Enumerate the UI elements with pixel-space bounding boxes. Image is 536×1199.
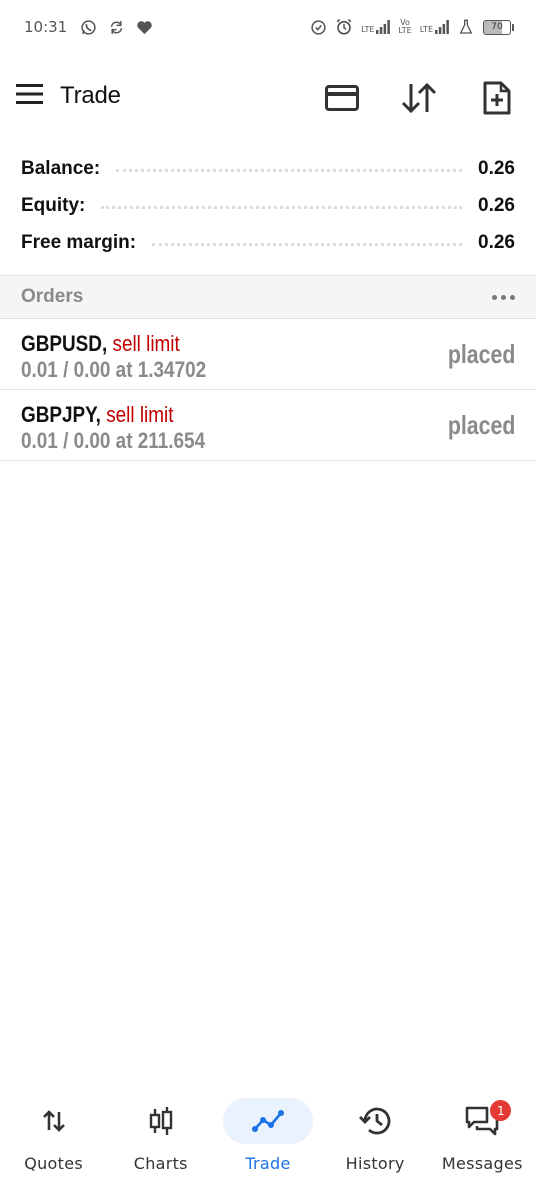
app-bar: Trade	[0, 66, 536, 126]
new-document-icon	[483, 81, 511, 115]
trade-line-icon	[251, 1110, 284, 1132]
equity-label: Equity:	[21, 194, 86, 216]
nav-history[interactable]: History	[322, 1090, 429, 1190]
order-row[interactable]: GBPJPY, sell limit 0.01 / 0.00 at 211.65…	[0, 390, 536, 461]
dotted-leader	[101, 206, 463, 209]
more-dot-icon	[510, 294, 515, 300]
battery-level: 70	[483, 19, 511, 35]
order-status: placed	[447, 410, 515, 440]
orders-section-header: Orders	[0, 275, 536, 319]
account-summary: Balance: 0.26 Equity: 0.26 Free margin: …	[0, 150, 536, 261]
free-margin-value: 0.26	[478, 231, 515, 253]
card-icon	[325, 85, 359, 111]
free-margin-row: Free margin: 0.26	[0, 224, 536, 261]
more-dot-icon	[492, 294, 497, 300]
volte-label-bottom: LTE	[398, 26, 412, 35]
unread-badge: 1	[490, 1100, 512, 1121]
sort-button[interactable]	[399, 78, 439, 118]
deposit-button[interactable]	[322, 78, 362, 118]
lte-label: LTE	[361, 25, 375, 34]
lte-label-2: LTE	[419, 25, 433, 34]
nav-trade[interactable]: Trade	[214, 1090, 321, 1190]
status-time: 10:31	[24, 18, 68, 36]
balance-row: Balance: 0.26	[0, 150, 536, 187]
nav-label: Messages	[441, 1154, 523, 1173]
alarm-icon	[335, 18, 353, 36]
order-status: placed	[447, 339, 515, 369]
order-type: sell limit	[106, 402, 174, 427]
order-type: sell limit	[112, 331, 180, 356]
nav-charts[interactable]: Charts	[107, 1090, 214, 1190]
flask-icon	[457, 18, 475, 36]
balance-label: Balance:	[21, 157, 101, 179]
balance-value: 0.26	[478, 157, 515, 179]
hamburger-menu-icon	[16, 84, 43, 104]
dotted-leader	[152, 243, 463, 246]
orders-title: Orders	[21, 286, 84, 307]
equity-value: 0.26	[478, 194, 515, 216]
new-order-button[interactable]	[477, 78, 517, 118]
free-margin-label: Free margin:	[21, 231, 137, 253]
nav-label: Quotes	[24, 1154, 83, 1173]
nav-label: Charts	[133, 1154, 188, 1173]
status-bar: 10:31 LTE Vo LTE LTE 70	[0, 0, 536, 54]
order-row[interactable]: GBPUSD, sell limit 0.01 / 0.00 at 1.3470…	[0, 319, 536, 390]
candlestick-icon	[149, 1107, 172, 1135]
history-icon	[359, 1107, 391, 1135]
equity-row: Equity: 0.26	[0, 187, 536, 224]
orders-more-button[interactable]	[492, 285, 515, 309]
nav-quotes[interactable]: Quotes	[0, 1090, 107, 1190]
heart-icon	[135, 18, 153, 36]
menu-button[interactable]	[16, 83, 44, 109]
nav-label: History	[345, 1154, 405, 1173]
order-title: GBPJPY, sell limit	[21, 402, 173, 428]
order-details: 0.01 / 0.00 at 211.654	[21, 428, 206, 453]
sync-icon	[107, 18, 125, 36]
data-saver-icon	[309, 18, 327, 36]
bottom-navigation: Quotes Charts Trade History 1 Messages	[0, 1090, 536, 1199]
battery-icon: 70	[483, 19, 514, 35]
dotted-leader	[116, 169, 463, 172]
order-symbol: GBPUSD,	[21, 331, 108, 356]
nav-messages[interactable]: 1 Messages	[429, 1090, 536, 1190]
whatsapp-icon	[79, 18, 97, 36]
status-right-icons: LTE Vo LTE LTE 70	[309, 18, 514, 36]
more-dot-icon	[501, 294, 506, 300]
nav-label: Trade	[245, 1154, 291, 1173]
lte-signal-icon: LTE	[361, 20, 391, 34]
quotes-arrows-icon	[42, 1110, 65, 1132]
volte-icon: Vo LTE	[398, 19, 411, 35]
order-symbol: GBPJPY,	[21, 402, 101, 427]
status-left-icons	[79, 18, 153, 36]
order-title: GBPUSD, sell limit	[21, 331, 180, 357]
sort-arrows-icon	[401, 82, 437, 114]
page-title: Trade	[60, 82, 121, 109]
lte-signal-2-icon: LTE	[420, 20, 449, 34]
order-details: 0.01 / 0.00 at 1.34702	[21, 357, 207, 382]
